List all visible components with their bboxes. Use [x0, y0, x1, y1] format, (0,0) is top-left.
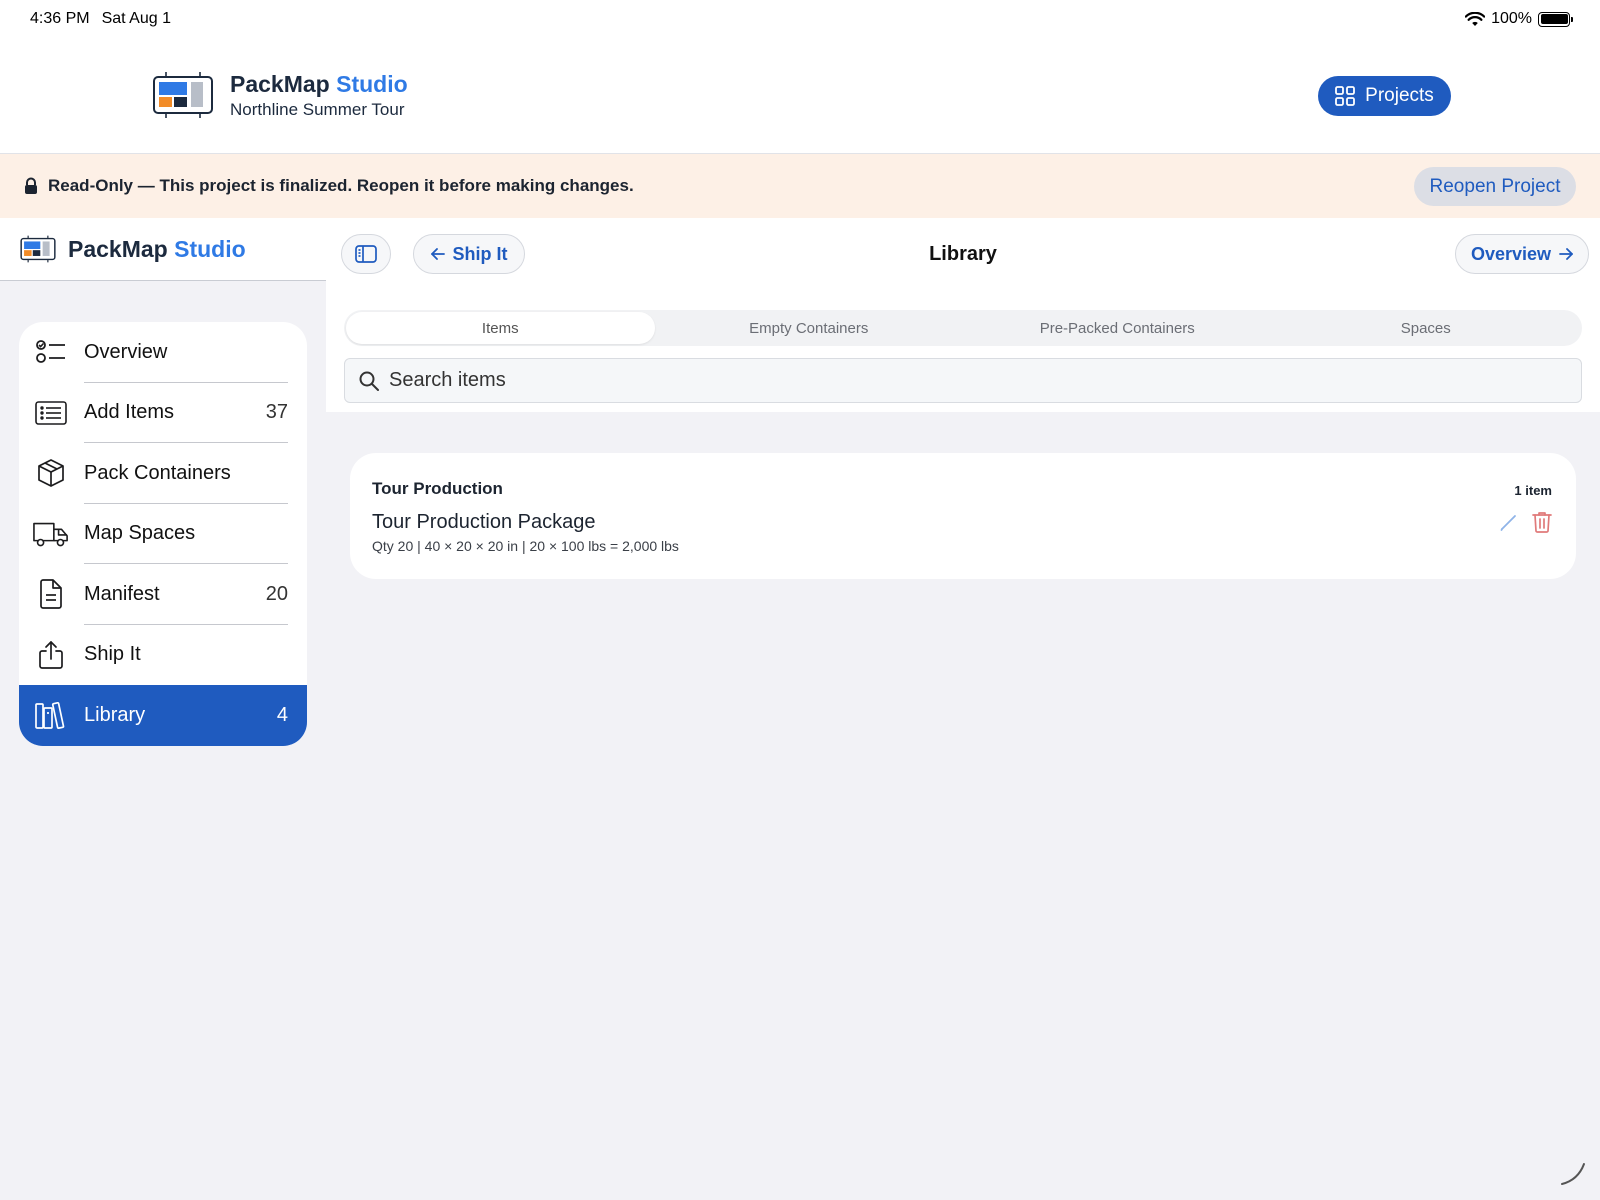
library-item-detail: Qty 20 | 40 × 20 × 20 in | 20 × 100 lbs …: [372, 538, 679, 554]
box-icon: [33, 457, 69, 489]
truck-icon: [33, 518, 69, 550]
forward-button[interactable]: Overview: [1455, 234, 1589, 274]
reopen-project-button[interactable]: Reopen Project: [1414, 167, 1576, 206]
sidebar-item-ship-it[interactable]: Ship It: [19, 625, 307, 686]
sidebar-item-label: Pack Containers: [84, 461, 231, 484]
projects-label: Projects: [1365, 85, 1434, 106]
arrow-right-icon: [1559, 248, 1573, 260]
sidebar-item-label: Overview: [84, 340, 168, 363]
search-box: [344, 358, 1582, 403]
tab-items[interactable]: Items: [346, 312, 655, 344]
wifi-icon: [1465, 11, 1486, 27]
sidebar-item-count: 37: [265, 401, 288, 424]
sidebar-title: PackMap Studio: [68, 235, 246, 262]
sidebar-item-overview[interactable]: Overview: [19, 322, 307, 383]
library-tabs: Items Empty Containers Pre-Packed Contai…: [344, 310, 1582, 346]
sidebar-item-manifest[interactable]: Manifest 20: [19, 564, 307, 625]
status-date: Sat Aug 1: [101, 10, 171, 27]
delete-item-button[interactable]: [1530, 509, 1554, 535]
battery-icon: [1538, 11, 1573, 27]
back-button[interactable]: Ship It: [413, 234, 525, 274]
battery-percent: 100%: [1491, 10, 1532, 27]
toggle-sidebar-button[interactable]: [341, 234, 391, 274]
share-icon: [33, 639, 69, 671]
search-input[interactable]: [389, 369, 1539, 392]
nav-card: Overview Add Items 37 Pack Containers Ma…: [19, 322, 307, 746]
banner-text: Read-Only — This project is finalized. R…: [48, 176, 634, 195]
pencil-icon: [1500, 513, 1518, 531]
group-item-count: 1 item: [1514, 483, 1552, 498]
sidebar-item-label: Ship It: [84, 643, 141, 666]
edit-item-button[interactable]: [1498, 511, 1520, 533]
status-time: 4:36 PM: [30, 10, 90, 27]
library-group-card: Tour Production 1 item Tour Production P…: [350, 453, 1576, 579]
sidebar-item-count: 20: [265, 582, 288, 605]
sidebar-item-count: 4: [276, 703, 288, 726]
back-label: Ship It: [452, 243, 508, 264]
sidebar-item-label: Map Spaces: [84, 522, 196, 545]
tab-empty-containers[interactable]: Empty Containers: [655, 312, 964, 344]
brand-block: PackMap Studio Northline Summer Tour: [152, 70, 408, 120]
sidebar-item-pack-containers[interactable]: Pack Containers: [19, 443, 307, 504]
app-logo-icon: [152, 72, 214, 118]
search-icon: [359, 371, 379, 391]
sidebar-toggle-icon: [355, 245, 377, 263]
status-right: 100%: [1465, 10, 1573, 28]
sidebar-item-map-spaces[interactable]: Map Spaces: [19, 504, 307, 565]
read-only-banner: Read-Only — This project is finalized. R…: [0, 154, 1600, 218]
list-icon: [33, 397, 69, 429]
sidebar-item-label: Library: [84, 703, 146, 726]
arrow-left-icon: [430, 248, 445, 260]
status-left: 4:36 PM Sat Aug 1: [30, 10, 171, 28]
project-name: Northline Summer Tour: [230, 100, 405, 119]
projects-button[interactable]: Projects: [1318, 76, 1451, 116]
checklist-icon: [33, 336, 69, 368]
document-icon: [33, 578, 69, 610]
lock-icon: [24, 177, 38, 195]
sidebar-item-add-items[interactable]: Add Items 37: [19, 383, 307, 444]
app-title: PackMap Studio: [230, 71, 408, 97]
tab-pre-packed-containers[interactable]: Pre-Packed Containers: [963, 312, 1272, 344]
grid-icon: [1335, 86, 1356, 106]
tab-spaces[interactable]: Spaces: [1272, 312, 1581, 344]
library-icon: [33, 699, 69, 731]
sidebar-item-library[interactable]: Library 4: [19, 685, 307, 746]
sidebar-item-label: Manifest: [84, 582, 160, 605]
group-name: Tour Production: [372, 479, 503, 498]
sidebar: PackMap Studio Overview Add Items 37 Pac…: [0, 218, 326, 1200]
app-header: PackMap Studio Northline Summer Tour Pro…: [0, 38, 1600, 154]
library-item-name[interactable]: Tour Production Package: [372, 511, 595, 534]
forward-label: Overview: [1470, 243, 1552, 264]
sidebar-logo-icon: [20, 235, 56, 263]
resize-handle-icon[interactable]: [1560, 1160, 1586, 1186]
status-bar: 4:36 PM Sat Aug 1 100%: [0, 0, 1600, 38]
main-toolbar: Ship It Library Overview Items Empty Con…: [326, 218, 1600, 412]
sidebar-header: PackMap Studio: [0, 218, 326, 281]
sidebar-item-label: Add Items: [84, 401, 175, 424]
trash-icon: [1532, 511, 1552, 533]
